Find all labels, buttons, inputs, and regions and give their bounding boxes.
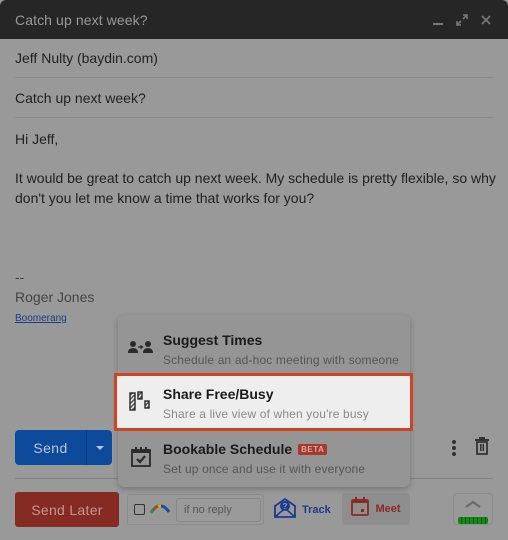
to-field[interactable]: Jeff Nulty (baydin.com) — [15, 39, 493, 78]
menu-item-suggest-times[interactable]: Suggest Times Schedule an ad-hoc meeting… — [118, 323, 410, 374]
signature-separator: -- — [15, 269, 25, 285]
recipient: Jeff Nulty (baydin.com) — [15, 50, 158, 66]
menu-item-title: Bookable Schedule BETA — [163, 441, 328, 457]
if-no-reply-input[interactable] — [176, 497, 261, 522]
meet-label: Meet — [375, 503, 401, 515]
menu-item-subtitle: Share a live view of when you're busy — [163, 407, 369, 421]
send-button[interactable]: Send — [15, 430, 87, 465]
send-button-group: Send — [15, 430, 112, 465]
body-greeting: Hi Jeff, — [15, 131, 59, 147]
menu-item-subtitle: Schedule an ad-hoc meeting with someone — [163, 353, 399, 367]
signature-name: Roger Jones — [15, 289, 95, 305]
subject-field[interactable]: Catch up next week? — [15, 79, 493, 118]
meet-calendar-icon — [351, 497, 370, 521]
expand-icon[interactable] — [454, 12, 470, 28]
meet-button[interactable]: Meet — [342, 493, 410, 525]
collapse-panel-button[interactable] — [453, 493, 493, 525]
battery-indicator — [458, 516, 488, 524]
minimize-icon[interactable] — [430, 12, 446, 28]
menu-item-bookable-schedule[interactable]: Bookable Schedule BETA Set up once and u… — [118, 432, 410, 483]
close-icon[interactable] — [478, 12, 494, 28]
menu-item-title: Share Free/Busy — [163, 386, 274, 402]
send-later-button[interactable]: Send Later — [15, 492, 119, 527]
window-title: Catch up next week? — [15, 11, 148, 28]
chevron-up-icon — [464, 495, 482, 513]
body-paragraph: It would be great to catch up next week.… — [15, 170, 496, 206]
menu-item-share-free-busy[interactable]: Share Free/Busy Share a live view of whe… — [114, 373, 413, 431]
send-options-dropdown[interactable] — [87, 430, 112, 465]
menu-item-title-text: Bookable Schedule — [163, 441, 293, 457]
boomerang-logo-icon — [149, 501, 171, 519]
signature-link[interactable]: Boomerang — [15, 309, 67, 329]
trash-icon[interactable] — [474, 437, 490, 460]
free-busy-icon — [129, 391, 155, 413]
reminder-checkbox[interactable] — [134, 504, 145, 515]
compose-titlebar[interactable]: Catch up next week? — [0, 0, 508, 39]
caret-down-icon — [95, 445, 104, 450]
reminder-box — [127, 494, 264, 525]
people-arrow-icon — [128, 337, 154, 359]
calendar-check-icon — [128, 446, 154, 468]
track-envelope-icon: ? — [274, 497, 296, 523]
svg-text:?: ? — [283, 502, 288, 511]
menu-item-subtitle: Set up once and use it with everyone — [163, 462, 366, 476]
menu-item-title: Suggest Times — [163, 332, 263, 348]
track-button[interactable]: ? Track — [274, 496, 331, 524]
meet-dropdown-menu: Suggest Times Schedule an ad-hoc meeting… — [114, 315, 413, 487]
subject-text: Catch up next week? — [15, 90, 146, 106]
track-label: Track — [302, 504, 331, 516]
beta-badge: BETA — [298, 443, 328, 455]
more-options-icon[interactable] — [446, 437, 462, 459]
